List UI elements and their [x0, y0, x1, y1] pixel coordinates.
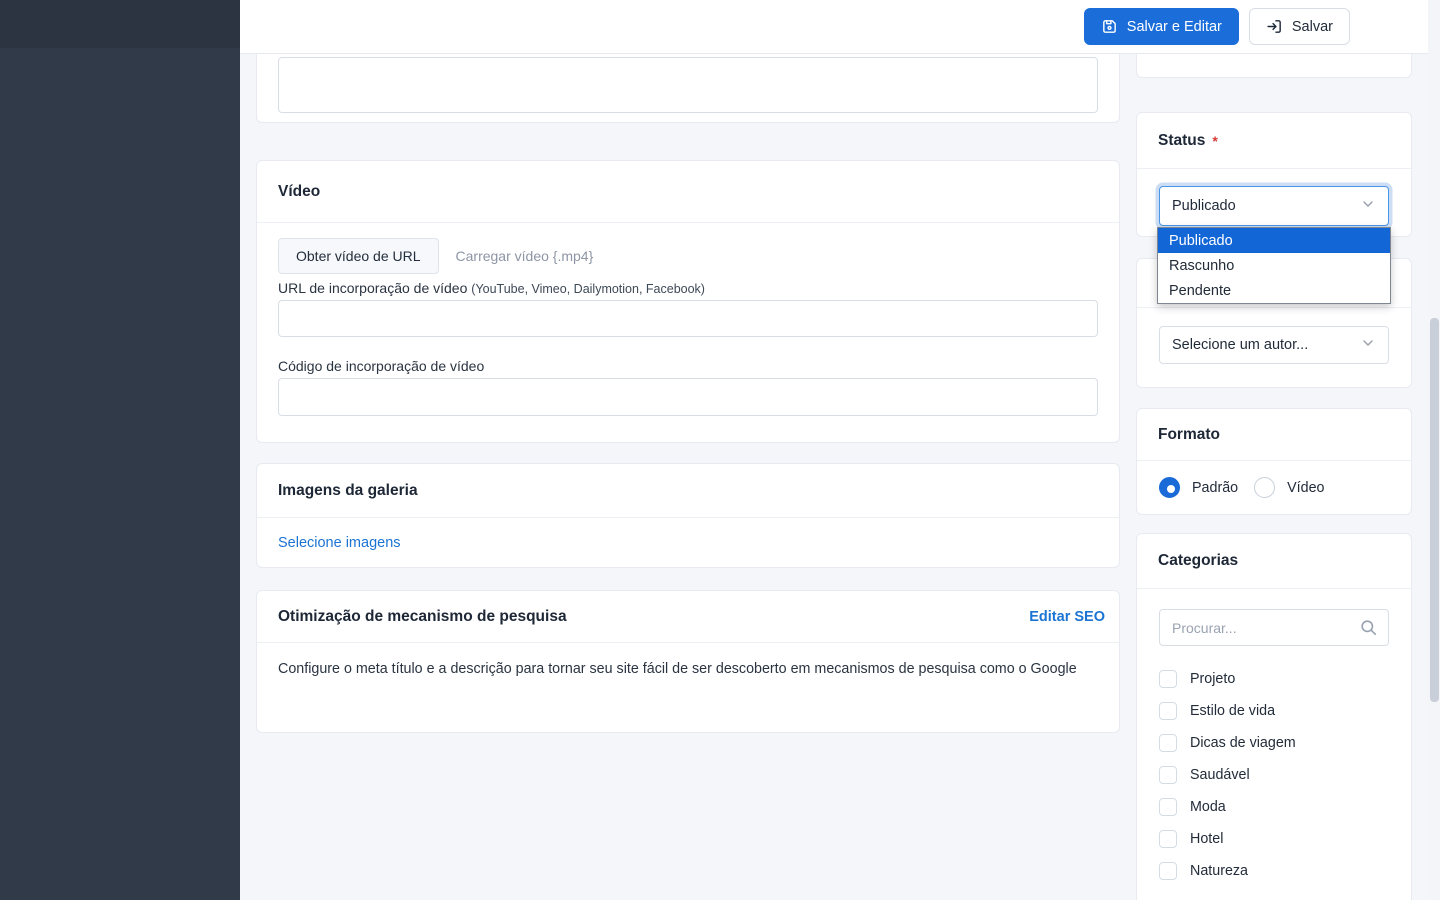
description-textarea[interactable]: [278, 57, 1098, 113]
save-exit-icon: [1266, 18, 1283, 35]
floppy-icon: [1101, 18, 1118, 35]
status-option-publicado[interactable]: Publicado: [1158, 228, 1390, 253]
category-item-estilo-de-vida[interactable]: Estilo de vida: [1159, 695, 1389, 727]
scrolled-card-partial: [256, 53, 1120, 123]
checkbox-icon[interactable]: [1159, 702, 1177, 720]
checkbox-icon[interactable]: [1159, 862, 1177, 880]
author-select[interactable]: Selecione um autor...: [1159, 326, 1389, 364]
video-card-body: Obter vídeo de URL Carregar vídeo {.mp4}…: [257, 223, 1119, 416]
seo-card-header: Otimização de mecanismo de pesquisa Edit…: [257, 591, 1119, 643]
category-item-dicas-de-viagem[interactable]: Dicas de viagem: [1159, 727, 1389, 759]
status-select-value: Publicado: [1172, 198, 1236, 214]
category-item-natureza[interactable]: Natureza: [1159, 855, 1389, 887]
checkbox-icon[interactable]: [1159, 830, 1177, 848]
save-button[interactable]: Salvar: [1249, 8, 1350, 45]
tab-video-from-url[interactable]: Obter vídeo de URL: [278, 238, 439, 274]
category-item-projeto[interactable]: Projeto: [1159, 663, 1389, 695]
checkbox-icon[interactable]: [1159, 766, 1177, 784]
publish-card-partial: [1136, 53, 1412, 78]
video-tabs: Obter vídeo de URL Carregar vídeo {.mp4}: [278, 238, 1098, 274]
gallery-card: Imagens da galeria Selecione imagens: [256, 463, 1120, 568]
video-card: Vídeo Obter vídeo de URL Carregar vídeo …: [256, 160, 1120, 443]
checkbox-icon[interactable]: [1159, 798, 1177, 816]
categories-card: Categorias Projeto Estilo: [1136, 533, 1412, 900]
format-radio-padrao-label: Padrão: [1192, 480, 1238, 496]
format-card-body: Padrão Vídeo: [1137, 461, 1411, 498]
chevron-down-icon: [1360, 196, 1376, 216]
left-sidebar: [0, 0, 240, 900]
checkbox-icon[interactable]: [1159, 670, 1177, 688]
categories-card-title: Categorias: [1158, 552, 1238, 570]
action-bar: Salvar e Editar Salvar: [240, 0, 1428, 54]
radio-unchecked-icon: [1254, 477, 1275, 498]
status-card: Status * Publicado: [1136, 112, 1412, 237]
author-card-body: Selecione um autor...: [1137, 308, 1411, 364]
format-radio-video-label: Vídeo: [1287, 480, 1324, 496]
video-url-input[interactable]: [278, 300, 1098, 337]
status-select[interactable]: Publicado: [1159, 186, 1389, 226]
gallery-card-header: Imagens da galeria: [257, 464, 1119, 518]
radio-checked-icon: [1159, 477, 1180, 498]
save-and-edit-label: Salvar e Editar: [1127, 19, 1222, 35]
status-card-body: Publicado: [1137, 169, 1411, 226]
select-images-link[interactable]: Selecione imagens: [278, 535, 401, 551]
edit-seo-link[interactable]: Editar SEO: [1029, 609, 1105, 625]
tab-video-upload[interactable]: Carregar vídeo {.mp4}: [439, 238, 611, 274]
video-card-header: Vídeo: [257, 161, 1119, 223]
categories-list: Projeto Estilo de vida Dicas de viagem S…: [1159, 663, 1389, 887]
video-card-title: Vídeo: [278, 183, 320, 201]
categories-search-input[interactable]: [1159, 609, 1389, 646]
scrollbar-thumb[interactable]: [1430, 318, 1439, 702]
seo-card: Otimização de mecanismo de pesquisa Edit…: [256, 590, 1120, 733]
gallery-card-body: Selecione imagens: [257, 518, 1119, 552]
status-option-pendente[interactable]: Pendente: [1158, 278, 1390, 303]
category-item-hotel[interactable]: Hotel: [1159, 823, 1389, 855]
save-label: Salvar: [1292, 19, 1333, 35]
tab-video-from-url-label: Obter vídeo de URL: [296, 248, 421, 264]
author-select-value: Selecione um autor...: [1172, 337, 1308, 353]
seo-description: Configure o meta título e a descrição pa…: [257, 643, 1119, 680]
save-and-edit-button[interactable]: Salvar e Editar: [1084, 8, 1239, 45]
video-url-hint: (YouTube, Vimeo, Dailymotion, Facebook): [471, 282, 705, 296]
format-card: Formato Padrão Vídeo: [1136, 408, 1412, 515]
format-radio-padrao[interactable]: Padrão: [1159, 477, 1238, 498]
search-icon: [1359, 618, 1378, 642]
video-embed-input[interactable]: [278, 378, 1098, 416]
sidebar-logo-area: [0, 0, 240, 48]
category-item-saudavel[interactable]: Saudável: [1159, 759, 1389, 791]
format-radio-video[interactable]: Vídeo: [1254, 477, 1324, 498]
status-card-header: Status *: [1137, 113, 1411, 169]
post-edit-page: Salvar e Editar Salvar Vídeo Obter vídeo…: [0, 0, 1440, 900]
categories-card-header: Categorias: [1137, 534, 1411, 589]
gallery-card-title: Imagens da galeria: [278, 482, 418, 500]
seo-card-title: Otimização de mecanismo de pesquisa: [278, 608, 567, 626]
format-card-header: Formato: [1137, 409, 1411, 461]
video-embed-label: Código de incorporação de vídeo: [278, 358, 1098, 374]
status-option-rascunho[interactable]: Rascunho: [1158, 253, 1390, 278]
chevron-down-icon: [1360, 335, 1376, 355]
format-card-title: Formato: [1158, 426, 1220, 444]
required-asterisk: *: [1212, 133, 1217, 149]
category-item-moda[interactable]: Moda: [1159, 791, 1389, 823]
tab-video-upload-label: Carregar vídeo {.mp4}: [456, 248, 594, 264]
video-url-label: URL de incorporação de vídeo (YouTube, V…: [278, 280, 1098, 296]
categories-card-body: Projeto Estilo de vida Dicas de viagem S…: [1137, 589, 1411, 887]
checkbox-icon[interactable]: [1159, 734, 1177, 752]
status-card-title: Status: [1158, 132, 1205, 150]
status-dropdown-list: Publicado Rascunho Pendente: [1157, 227, 1391, 304]
